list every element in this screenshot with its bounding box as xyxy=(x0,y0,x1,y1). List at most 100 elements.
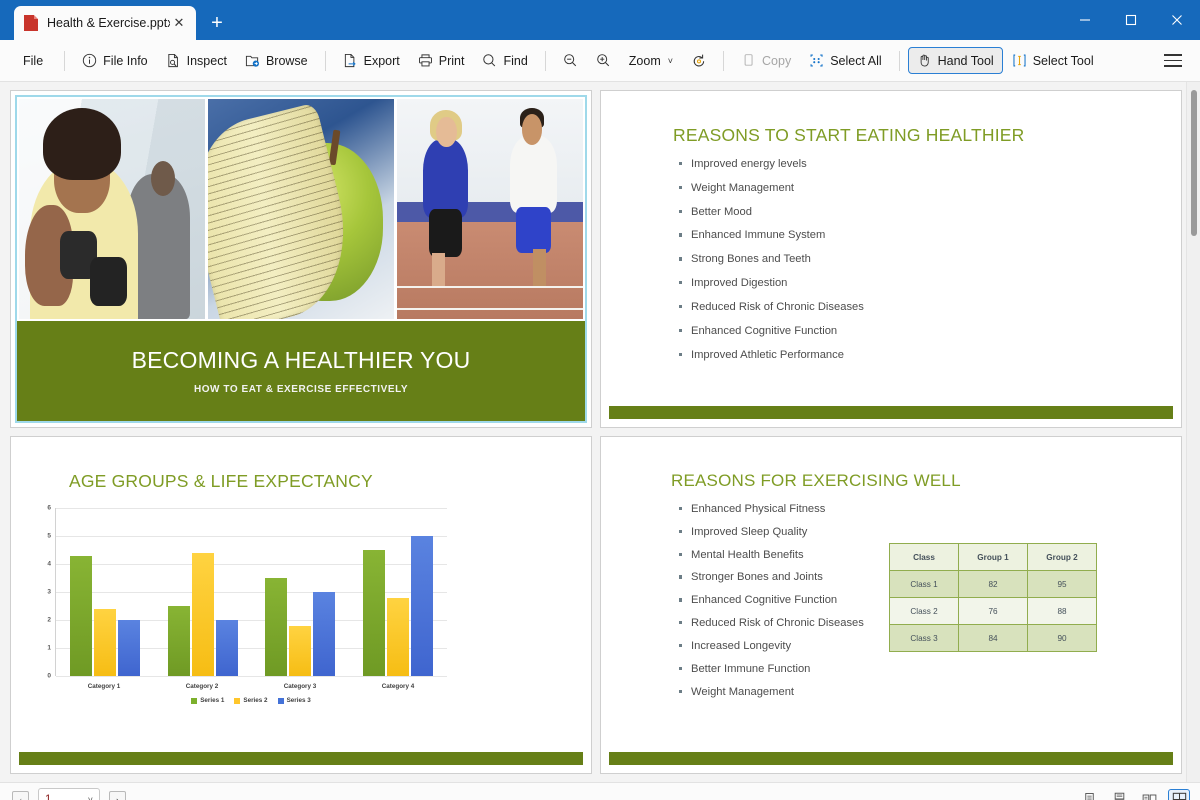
select-all-button[interactable]: Select All xyxy=(800,47,890,74)
browse-button[interactable]: Browse xyxy=(236,47,317,74)
select-all-icon xyxy=(809,53,824,68)
export-icon xyxy=(343,53,358,68)
main-toolbar: File File Info Inspect Browse Export Pri… xyxy=(0,40,1200,82)
table-cell: Class 1 xyxy=(889,570,959,598)
toolbar-separator xyxy=(723,50,725,71)
search-icon xyxy=(482,53,497,68)
zoom-in-button[interactable] xyxy=(587,47,620,74)
close-tab-icon[interactable]: ✕ xyxy=(170,14,188,32)
bar-s3-c2 xyxy=(215,620,238,676)
export-label: Export xyxy=(363,53,400,68)
column-header: Group 1 xyxy=(958,543,1028,571)
y-tick: 0 xyxy=(47,672,51,680)
table-cell: 95 xyxy=(1027,570,1097,598)
man-lifting-dumbbells-gym-photo xyxy=(19,99,205,319)
copy-label: Copy xyxy=(762,53,792,68)
zoom-in-icon xyxy=(596,53,611,68)
hand-icon xyxy=(917,53,932,68)
minimize-icon[interactable] xyxy=(1062,0,1108,40)
list-item: Reduced Risk of Chronic Diseases xyxy=(679,301,1181,313)
slide-2-bullet-list: Improved energy levels Weight Management… xyxy=(679,158,1181,361)
y-tick: 2 xyxy=(47,616,51,624)
table-row: Class 2 76 88 xyxy=(889,597,1097,625)
table-cell: 82 xyxy=(958,570,1028,598)
continuous-view-button[interactable] xyxy=(1108,789,1130,800)
copy-button[interactable]: Copy xyxy=(732,47,800,74)
file-info-label: File Info xyxy=(103,53,148,68)
slide-3-chart[interactable]: AGE GROUPS & LIFE EXPECTANCY 6 5 4 3 2 1 xyxy=(10,436,592,774)
rotate-button[interactable] xyxy=(682,47,715,74)
print-button[interactable]: Print xyxy=(409,47,474,74)
bar-s3-c1 xyxy=(117,620,140,676)
zoom-out-button[interactable] xyxy=(554,47,587,74)
legend-swatch-series-3 xyxy=(277,697,284,704)
toolbar-separator xyxy=(324,50,326,71)
next-page-button[interactable]: › xyxy=(109,791,126,800)
close-window-icon[interactable] xyxy=(1154,0,1200,40)
two-runners-on-track-photo xyxy=(397,99,583,319)
bar-s2-c1 xyxy=(93,608,116,676)
find-button[interactable]: Find xyxy=(473,47,536,74)
file-menu-button[interactable]: File xyxy=(10,47,56,74)
printer-icon xyxy=(418,53,433,68)
find-label: Find xyxy=(503,53,528,68)
file-info-button[interactable]: File Info xyxy=(73,47,156,74)
bar-group xyxy=(56,508,154,676)
single-page-view-button[interactable] xyxy=(1078,789,1100,800)
list-item: Improved Sleep Quality xyxy=(679,526,1181,538)
tab-title: Health & Exercise.pptx xyxy=(47,16,170,30)
list-item: Better Mood xyxy=(679,206,1181,218)
hand-tool-label: Hand Tool xyxy=(937,53,994,68)
legend-label: Series 3 xyxy=(286,697,311,704)
list-item: Enhanced Cognitive Function xyxy=(679,325,1181,337)
select-tool-label: Select Tool xyxy=(1032,53,1094,68)
bar-s1-c3 xyxy=(265,578,288,676)
window-controls xyxy=(1062,0,1200,40)
powerpoint-file-icon xyxy=(24,15,38,31)
select-tool-button[interactable]: Select Tool xyxy=(1003,47,1103,74)
column-header: Class xyxy=(889,543,959,571)
document-tab[interactable]: Health & Exercise.pptx ✕ xyxy=(14,6,196,40)
grid-view-button[interactable] xyxy=(1168,788,1190,800)
scrollbar-thumb[interactable] xyxy=(1191,90,1197,236)
chevron-down-icon: ˅ xyxy=(667,55,674,66)
list-item: Weight Management xyxy=(679,686,1181,698)
vertical-scrollbar[interactable] xyxy=(1186,82,1200,782)
legend-swatch-series-2 xyxy=(234,697,241,704)
page-number-input[interactable]: 1 ˅ xyxy=(38,788,100,800)
bar-s3-c4 xyxy=(411,536,434,676)
bar-s1-c4 xyxy=(363,550,386,676)
inspect-icon xyxy=(166,53,181,68)
list-item: Enhanced Physical Fitness xyxy=(679,503,1181,515)
bar-s3-c3 xyxy=(313,592,336,676)
bar-s1-c2 xyxy=(167,606,190,676)
y-tick: 5 xyxy=(47,532,51,540)
title-band: BECOMING A HEALTHIER YOU HOW TO EAT & EX… xyxy=(17,321,585,421)
slide-1-heading: BECOMING A HEALTHIER YOU xyxy=(131,347,471,373)
previous-page-button[interactable]: ‹ xyxy=(12,791,29,800)
two-page-view-button[interactable] xyxy=(1138,789,1160,800)
slide-3-heading: AGE GROUPS & LIFE EXPECTANCY xyxy=(69,471,373,491)
hand-tool-button[interactable]: Hand Tool xyxy=(907,47,1003,74)
age-groups-bar-chart: 6 5 4 3 2 1 0 Category 1 Category 2 Cate… xyxy=(25,504,455,704)
export-button[interactable]: Export xyxy=(334,47,409,74)
toolbar-separator xyxy=(64,50,66,71)
y-tick: 3 xyxy=(47,588,51,596)
slide-1-title[interactable]: BECOMING A HEALTHIER YOU HOW TO EAT & EX… xyxy=(10,90,592,428)
table-row: Class 3 84 90 xyxy=(889,624,1097,652)
zoom-level-dropdown[interactable]: Zoom ˅ xyxy=(620,47,682,74)
bar-group xyxy=(252,508,350,676)
text-cursor-icon xyxy=(1012,53,1027,68)
list-item: Enhanced Immune System xyxy=(679,229,1181,241)
app-menu-icon[interactable] xyxy=(1164,49,1188,73)
slide-accent-bar xyxy=(609,752,1173,765)
inspect-button[interactable]: Inspect xyxy=(157,47,236,74)
table-cell: Class 2 xyxy=(889,597,959,625)
tape-measure-green-apple-photo xyxy=(208,99,394,319)
chart-legend: Series 1 Series 2 Series 3 xyxy=(55,697,447,704)
slide-4-exercise[interactable]: REASONS FOR EXERCISING WELL Enhanced Phy… xyxy=(600,436,1182,774)
maximize-icon[interactable] xyxy=(1108,0,1154,40)
file-menu-label: File xyxy=(23,53,44,68)
new-tab-button[interactable]: + xyxy=(202,8,232,38)
slide-2-eating[interactable]: REASONS TO START EATING HEALTHIER Improv… xyxy=(600,90,1182,428)
